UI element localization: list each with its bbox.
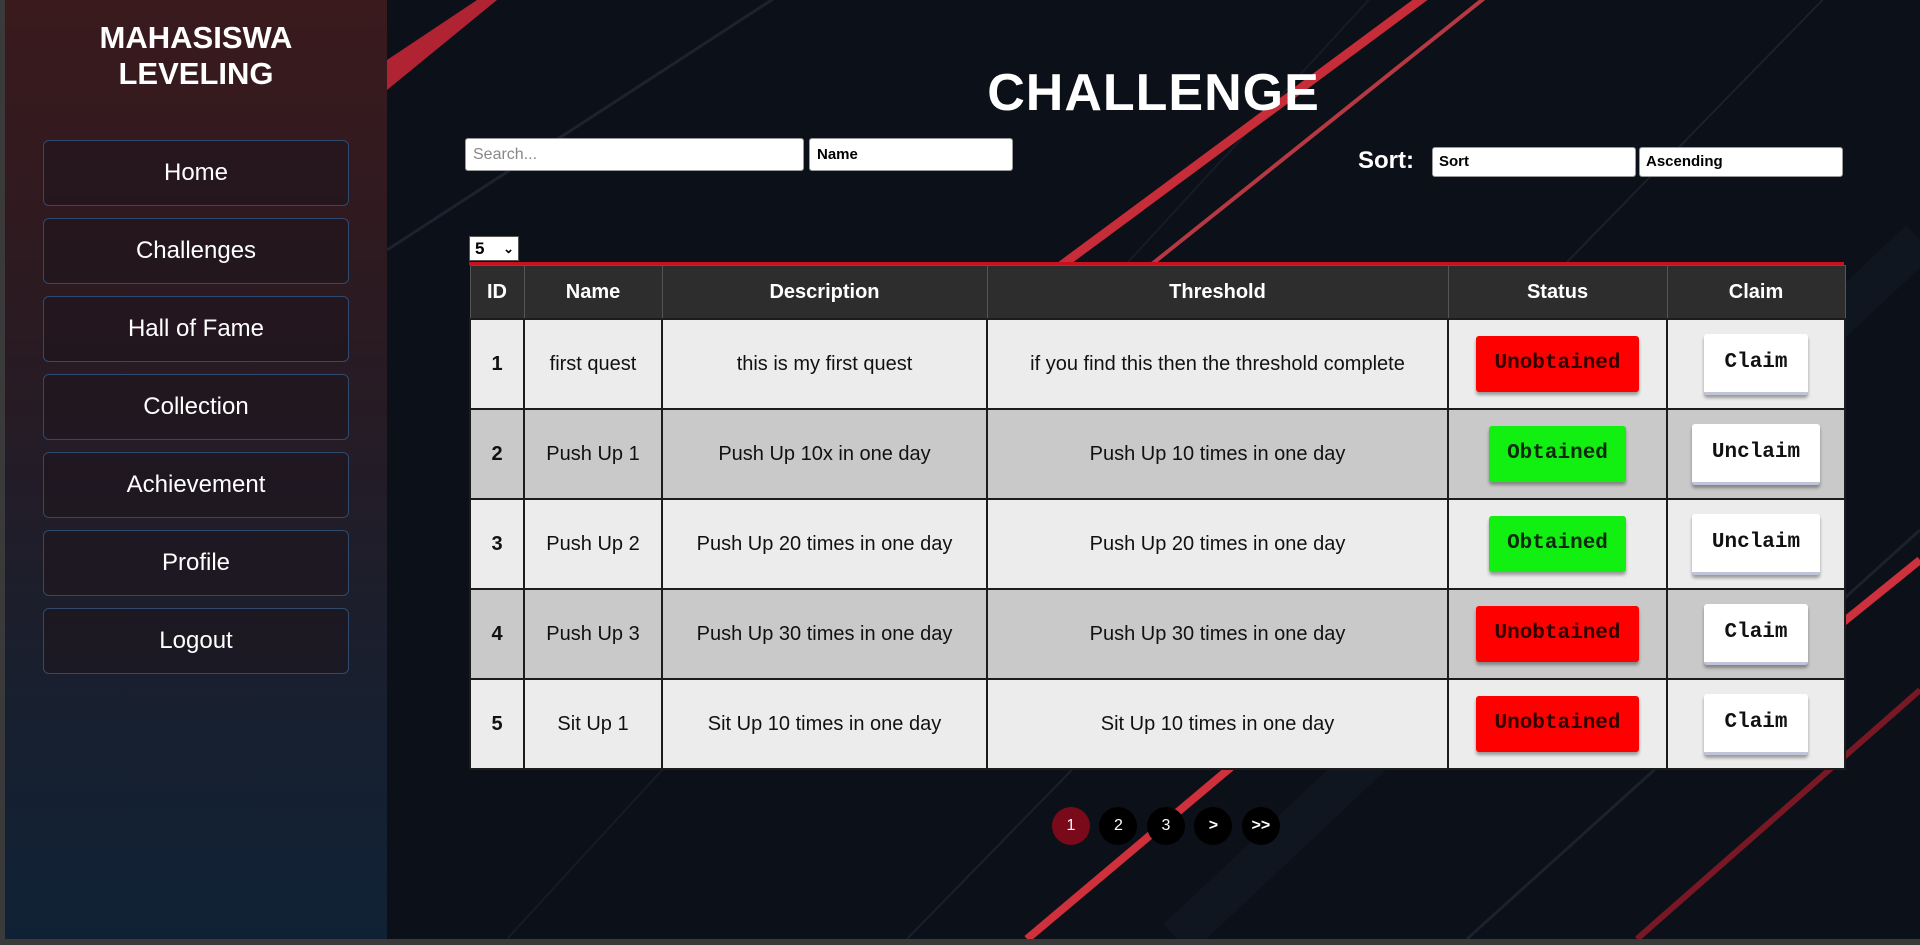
column-header-name: Name (523, 265, 663, 320)
sidebar-item-logout[interactable]: Logout (43, 608, 349, 674)
page-button-3[interactable]: 3 (1146, 807, 1185, 845)
cell-status: Obtained (1447, 408, 1668, 500)
cell-id: 2 (469, 408, 525, 500)
cell-status: Unobtained (1447, 588, 1668, 680)
cell-claim: Claim (1666, 318, 1846, 410)
cell-id: 3 (469, 498, 525, 590)
next-page-button[interactable]: > (1194, 807, 1233, 845)
sidebar-item-challenges[interactable]: Challenges (43, 218, 349, 284)
viewport: MAHASISWA LEVELING Home Challenges Hall … (5, 0, 1920, 939)
table-row: 4 Push Up 3 Push Up 30 times in one day … (469, 588, 1846, 680)
cell-description: this is my first quest (661, 318, 988, 410)
unclaim-button[interactable]: Unclaim (1691, 513, 1821, 575)
cell-status: Obtained (1447, 498, 1668, 590)
cell-name: first quest (523, 318, 663, 410)
search-field-select[interactable]: Name (809, 138, 1013, 171)
cell-name: Push Up 1 (523, 408, 663, 500)
challenge-table: ID Name Description Threshold Status Cla… (469, 262, 1846, 770)
sidebar-nav: Home Challenges Hall of Fame Collection … (43, 140, 349, 686)
status-badge[interactable]: Unobtained (1476, 336, 1639, 392)
cell-description: Sit Up 10 times in one day (661, 678, 988, 770)
cell-claim: Claim (1666, 588, 1846, 680)
status-badge[interactable]: Unobtained (1476, 606, 1639, 662)
main-content: CHALLENGE Name Sort: Sort Ascending 5 ⌄ (387, 0, 1920, 939)
cell-threshold: if you find this then the threshold comp… (986, 318, 1449, 410)
table-row: 1 first quest this is my first quest if … (469, 318, 1846, 410)
table-row: 5 Sit Up 1 Sit Up 10 times in one day Si… (469, 678, 1846, 770)
cell-threshold: Push Up 10 times in one day (986, 408, 1449, 500)
cell-threshold: Push Up 20 times in one day (986, 498, 1449, 590)
sidebar-item-profile[interactable]: Profile (43, 530, 349, 596)
cell-name: Push Up 2 (523, 498, 663, 590)
cell-claim: Unclaim (1666, 498, 1846, 590)
sidebar-item-home[interactable]: Home (43, 140, 349, 206)
sidebar-item-achievement[interactable]: Achievement (43, 452, 349, 518)
status-badge[interactable]: Unobtained (1476, 696, 1639, 752)
column-header-claim: Claim (1666, 265, 1846, 320)
cell-description: Push Up 20 times in one day (661, 498, 988, 590)
status-badge[interactable]: Obtained (1489, 516, 1626, 572)
last-page-button[interactable]: >> (1241, 807, 1280, 845)
cell-id: 5 (469, 678, 525, 770)
page-button-1[interactable]: 1 (1052, 807, 1090, 845)
cell-description: Push Up 10x in one day (661, 408, 988, 500)
pagination: 1 2 3 > >> (1052, 807, 1285, 845)
cell-status: Unobtained (1447, 678, 1668, 770)
browser-window: MAHASISWA LEVELING Home Challenges Hall … (0, 0, 1920, 945)
cell-threshold: Push Up 30 times in one day (986, 588, 1449, 680)
column-header-status: Status (1447, 265, 1668, 320)
cell-threshold: Sit Up 10 times in one day (986, 678, 1449, 770)
chevron-down-icon: ⌄ (503, 241, 514, 256)
page-title: CHALLENGE (987, 63, 1320, 122)
column-header-description: Description (661, 265, 988, 320)
sidebar-item-collection[interactable]: Collection (43, 374, 349, 440)
page-size-value: 5 (475, 239, 485, 258)
column-header-id: ID (469, 265, 525, 320)
sidebar-item-hall-of-fame[interactable]: Hall of Fame (43, 296, 349, 362)
status-badge[interactable]: Obtained (1489, 426, 1626, 482)
cell-claim: Claim (1666, 678, 1846, 770)
unclaim-button[interactable]: Unclaim (1691, 423, 1821, 485)
cell-claim: Unclaim (1666, 408, 1846, 500)
claim-button[interactable]: Claim (1704, 603, 1808, 665)
cell-name: Push Up 3 (523, 588, 663, 680)
table-row: 3 Push Up 2 Push Up 20 times in one day … (469, 498, 1846, 590)
sort-field-select[interactable]: Sort (1432, 147, 1636, 177)
table-header-row: ID Name Description Threshold Status Cla… (469, 265, 1846, 320)
claim-button[interactable]: Claim (1704, 333, 1808, 395)
page-size-select[interactable]: 5 ⌄ (469, 236, 519, 261)
cell-status: Unobtained (1447, 318, 1668, 410)
search-input[interactable] (465, 138, 804, 171)
brand-logo: MAHASISWA LEVELING (99, 20, 293, 91)
sort-order-select[interactable]: Ascending (1639, 147, 1843, 177)
cell-name: Sit Up 1 (523, 678, 663, 770)
table-row: 2 Push Up 1 Push Up 10x in one day Push … (469, 408, 1846, 500)
sidebar: MAHASISWA LEVELING Home Challenges Hall … (5, 0, 387, 939)
page-button-2[interactable]: 2 (1099, 807, 1138, 845)
cell-id: 4 (469, 588, 525, 680)
column-header-threshold: Threshold (986, 265, 1449, 320)
cell-id: 1 (469, 318, 525, 410)
claim-button[interactable]: Claim (1704, 693, 1808, 755)
cell-description: Push Up 30 times in one day (661, 588, 988, 680)
sort-label: Sort: (1358, 147, 1414, 174)
